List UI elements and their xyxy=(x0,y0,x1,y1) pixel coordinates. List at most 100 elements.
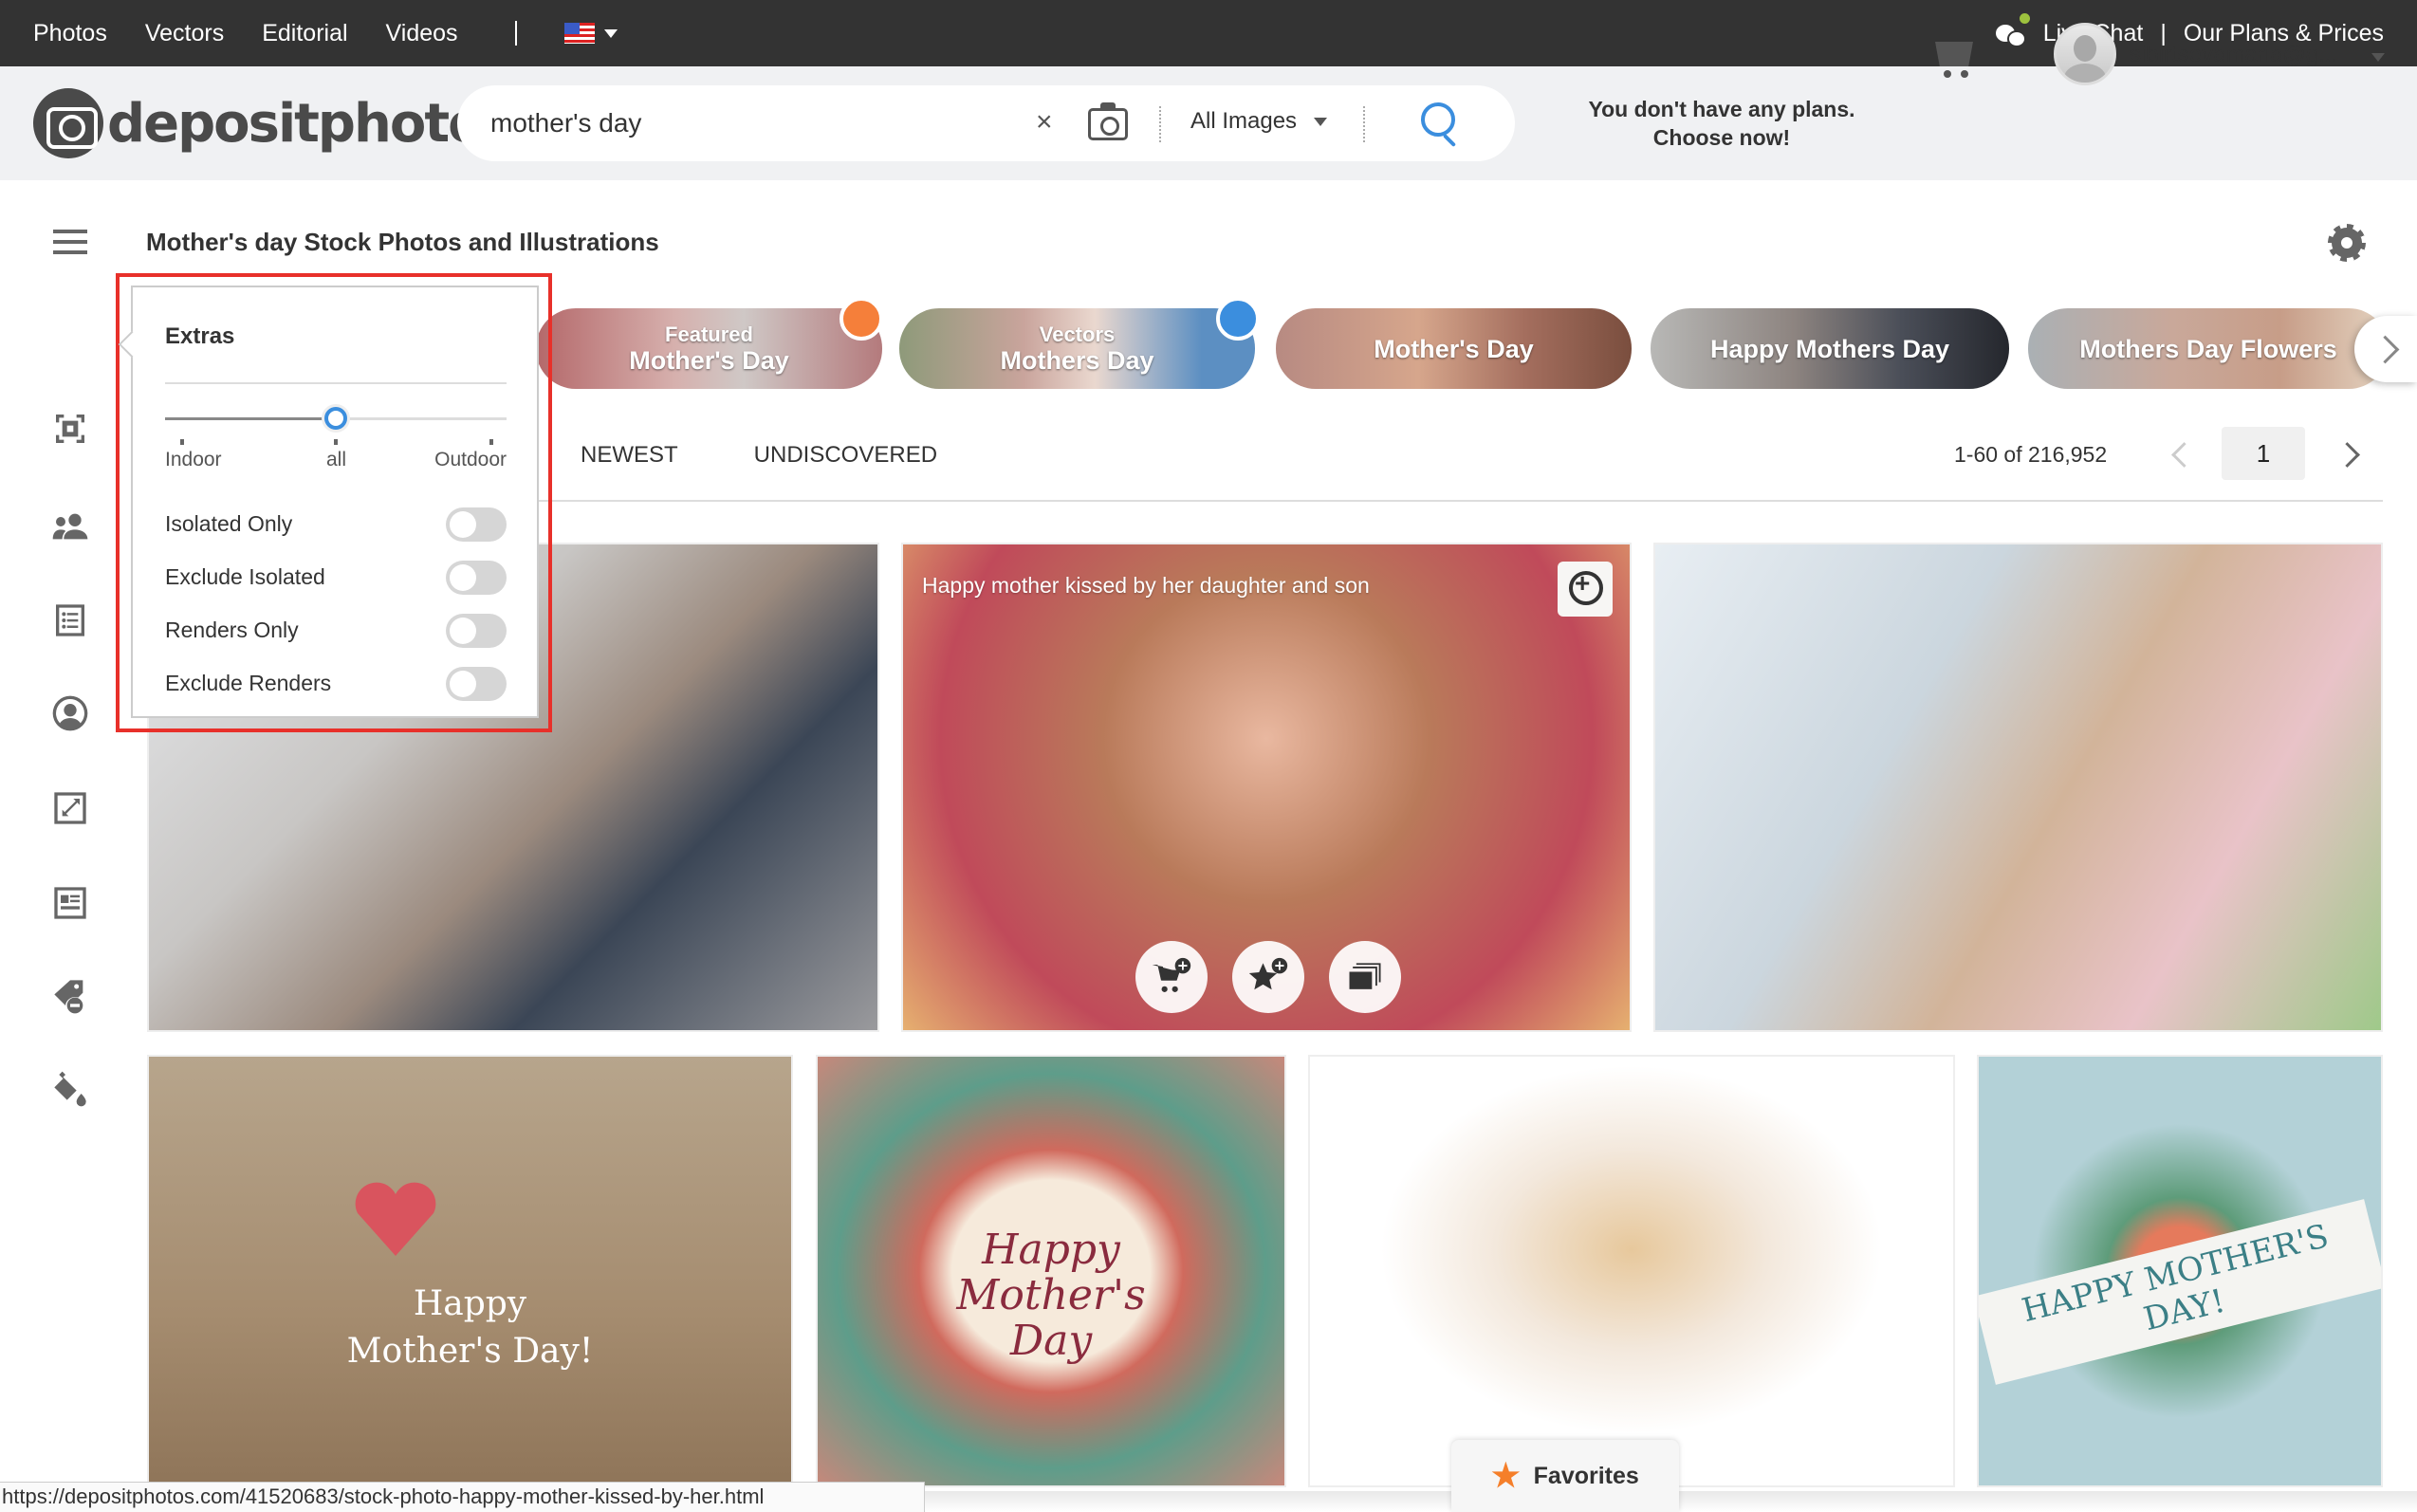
extras-popup: Extras Indoor all Outdoor Isolated Only … xyxy=(118,286,539,718)
resize-icon[interactable] xyxy=(51,789,89,827)
search-input[interactable] xyxy=(490,102,1154,144)
avatar[interactable] xyxy=(2054,23,2116,85)
chip-label: Mother's Day xyxy=(1374,334,1534,363)
favorites-tab[interactable]: ★ Favorites xyxy=(1451,1440,1679,1512)
gear-icon[interactable] xyxy=(2328,224,2366,262)
menu-icon[interactable] xyxy=(53,230,87,254)
live-chat-icon[interactable] xyxy=(1995,13,2030,47)
add-to-favorites-icon xyxy=(1248,957,1288,990)
result-image-hovered[interactable]: Happy mother kissed by her daughter and … xyxy=(901,543,1632,1032)
image-type-select[interactable]: All Images xyxy=(1190,108,1328,135)
sort-undiscovered[interactable]: UNDISCOVERED xyxy=(754,442,937,469)
image-text: Mother's Day! xyxy=(346,1332,594,1371)
diamond-icon xyxy=(839,297,883,341)
exclude-renders-toggle[interactable] xyxy=(446,667,507,701)
extras-title: Extras xyxy=(165,323,235,349)
add-to-cart-icon xyxy=(1152,957,1191,992)
image-type-label: All Images xyxy=(1190,108,1298,134)
article-icon[interactable] xyxy=(51,884,89,922)
sort-newest[interactable]: NEWEST xyxy=(581,442,678,469)
top-nav: Photos Vectors Editorial Videos xyxy=(33,0,618,66)
chip-happy-mothers-day[interactable]: Happy Mothers Day xyxy=(1651,308,2009,389)
slider-label-indoor[interactable]: Indoor xyxy=(165,449,222,471)
toggle-row-isolated-only: Isolated Only xyxy=(165,507,507,542)
status-url-bar: https://depositphotos.com/41520683/stock… xyxy=(0,1482,925,1512)
chevron-down-icon xyxy=(1314,117,1328,126)
popup-divider xyxy=(165,382,507,384)
nav-divider xyxy=(514,21,517,46)
people-icon[interactable] xyxy=(51,507,89,545)
pen-nib-icon xyxy=(1216,297,1260,341)
star-icon: ★ xyxy=(1491,1458,1521,1494)
logo[interactable]: depositphotos ® xyxy=(33,87,524,159)
toggle-label: Exclude Renders xyxy=(165,671,332,695)
slider-label-all[interactable]: all xyxy=(326,449,346,471)
chip-label: Mothers Day xyxy=(1000,345,1154,375)
logo-camera-icon xyxy=(33,88,103,158)
result-image[interactable]: Happy Mother's Day! xyxy=(147,1055,793,1487)
nav-photos[interactable]: Photos xyxy=(33,20,107,47)
chip-label-small: Featured xyxy=(665,322,753,346)
search-bar: × All Images xyxy=(457,85,1515,161)
list-icon[interactable] xyxy=(51,601,89,639)
renders-only-toggle[interactable] xyxy=(446,614,507,648)
toggle-label: Isolated Only xyxy=(165,511,293,536)
slider-thumb[interactable] xyxy=(324,407,347,430)
toggle-label: Exclude Isolated xyxy=(165,564,325,589)
result-image[interactable]: Happy Mother's Day xyxy=(816,1055,1286,1487)
chip-label: Mother's Day xyxy=(629,345,789,375)
nav-vectors[interactable]: Vectors xyxy=(145,20,224,47)
add-to-favorites-button[interactable] xyxy=(1232,941,1304,1013)
page-number-input[interactable]: 1 xyxy=(2222,427,2305,480)
us-flag-icon[interactable] xyxy=(563,23,595,44)
chip-label: Mothers Day Flowers xyxy=(2079,334,2337,363)
user-email[interactable]: sibirtsevamaria@g... xyxy=(2130,42,2337,68)
isolated-only-toggle[interactable] xyxy=(446,507,507,542)
language-caret-icon[interactable] xyxy=(603,28,618,38)
similar-images-button[interactable] xyxy=(1329,941,1401,1013)
indoor-outdoor-slider[interactable] xyxy=(165,405,507,433)
page-title: Mother's day Stock Photos and Illustrati… xyxy=(146,228,659,256)
zoom-in-icon[interactable] xyxy=(1558,562,1613,617)
clear-search-icon[interactable]: × xyxy=(1036,106,1053,138)
chip-mothers-day-flowers[interactable]: Mothers Day Flowers xyxy=(2028,308,2389,389)
similar-images-icon xyxy=(1349,963,1381,989)
color-fill-icon[interactable] xyxy=(51,1070,89,1108)
search-divider xyxy=(1363,106,1365,142)
cart-wheels xyxy=(1940,70,1972,78)
chip-label: Happy Mothers Day xyxy=(1709,334,1950,363)
user-circle-icon[interactable] xyxy=(51,694,89,732)
toggle-label: Renders Only xyxy=(165,618,299,642)
plans-prompt[interactable]: You don't have any plans. Choose now! xyxy=(1556,95,1888,152)
result-image[interactable]: HAPPY MOTHER'S DAY! xyxy=(1977,1055,2383,1487)
toggle-row-renders-only: Renders Only xyxy=(165,614,507,648)
tag-remove-icon[interactable] xyxy=(51,977,89,1015)
result-image[interactable] xyxy=(1653,543,2383,1032)
nav-editorial[interactable]: Editorial xyxy=(262,20,347,47)
user-menu-caret-icon[interactable] xyxy=(2371,53,2385,62)
cart-icon[interactable] xyxy=(1935,42,1973,66)
slider-fill xyxy=(165,417,336,420)
favorites-label: Favorites xyxy=(1533,1462,1639,1489)
chip-featured-mothers-day[interactable]: Featured Mother's Day xyxy=(536,308,882,389)
slider-label-outdoor[interactable]: Outdoor xyxy=(434,449,507,471)
plans-line-2: Choose now! xyxy=(1652,125,1791,150)
image-text: Happy xyxy=(413,1284,527,1323)
chips-next-button[interactable] xyxy=(2354,316,2417,382)
chip-mothers-day[interactable]: Mother's Day xyxy=(1276,308,1632,389)
search-icon[interactable] xyxy=(1421,102,1455,137)
exclude-isolated-toggle[interactable] xyxy=(446,561,507,595)
result-image[interactable] xyxy=(1308,1055,1955,1487)
divider xyxy=(536,500,2383,502)
chip-vectors-mothers-day[interactable]: Vectors Mothers Day xyxy=(899,308,1255,389)
camera-search-icon[interactable] xyxy=(1088,102,1128,140)
next-page-button[interactable] xyxy=(2338,442,2357,467)
add-to-cart-button[interactable] xyxy=(1135,941,1208,1013)
orientation-icon[interactable] xyxy=(51,410,89,448)
prev-page-button[interactable] xyxy=(2168,442,2186,467)
nav-videos[interactable]: Videos xyxy=(386,20,458,47)
toggle-row-exclude-renders: Exclude Renders xyxy=(165,667,507,701)
toggle-row-exclude-isolated: Exclude Isolated xyxy=(165,561,507,595)
chip-label-small: Vectors xyxy=(1039,322,1116,346)
image-text: HAPPY MOTHER'S DAY! xyxy=(1979,1199,2381,1385)
